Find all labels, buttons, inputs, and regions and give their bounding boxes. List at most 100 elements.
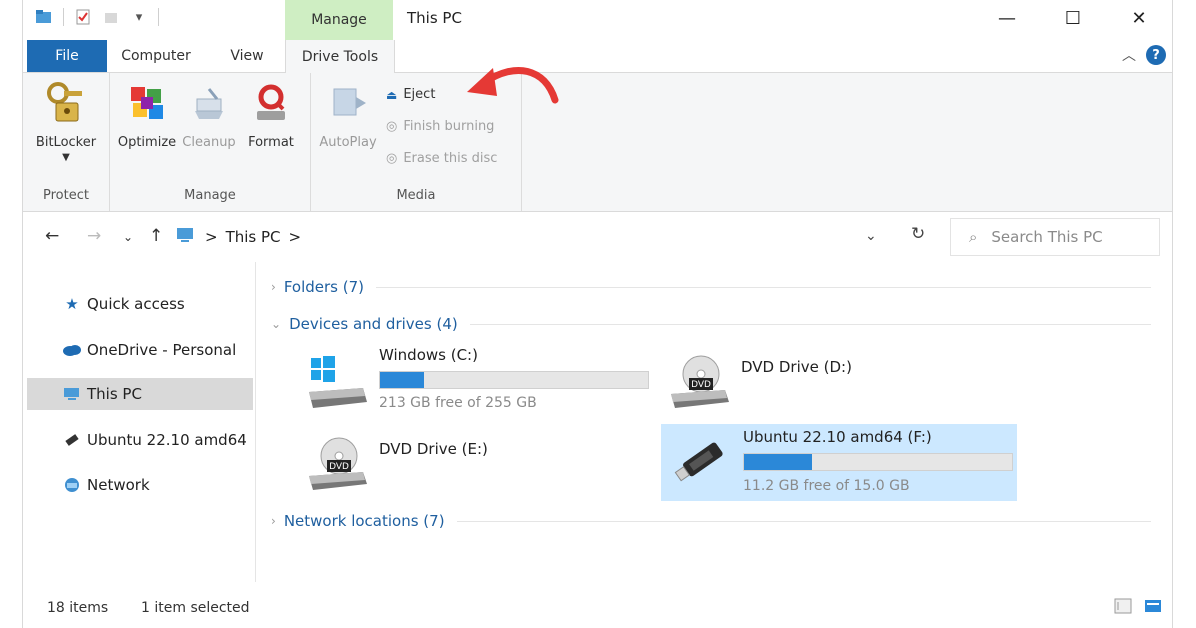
cleanup-label: Cleanup xyxy=(182,135,236,150)
sidebar-item-label: OneDrive - Personal xyxy=(87,341,237,359)
minimize-button[interactable]: — xyxy=(974,0,1040,36)
format-label: Format xyxy=(248,135,294,150)
dropdown-icon[interactable]: ▾ xyxy=(130,8,148,26)
tab-view[interactable]: View xyxy=(219,40,275,72)
sidebar-item-network[interactable]: Network xyxy=(27,469,253,501)
new-folder-icon[interactable] xyxy=(102,8,120,26)
bitlocker-label: BitLocker xyxy=(35,135,97,150)
address-bar[interactable]: > This PC > xyxy=(175,218,883,256)
item-count: 18 items xyxy=(47,600,109,616)
search-placeholder: Search This PC xyxy=(991,228,1103,246)
drive-item-dvd-d[interactable]: DVD DVD Drive (D:) xyxy=(659,346,1019,418)
help-icon[interactable]: ? xyxy=(1146,45,1166,65)
optimize-button[interactable]: Optimize xyxy=(114,79,180,150)
devices-section-header[interactable]: ⌄ Devices and drives (4) xyxy=(271,315,1151,333)
format-button[interactable]: Format xyxy=(238,79,304,150)
collapse-ribbon-icon[interactable]: ︿ xyxy=(1122,45,1136,65)
drive-name: Windows (C:) xyxy=(379,346,478,364)
address-row: ← → ⌄ ↑ > This PC > ⌄ ↻ ⌕ Search This PC xyxy=(23,214,1172,260)
quick-access-toolbar: ▾ xyxy=(35,8,159,26)
properties-icon[interactable] xyxy=(74,8,92,26)
content-area: › Folders (7) ⌄ Devices and drives (4) W… xyxy=(259,262,1164,592)
sidebar-item-this-pc[interactable]: This PC xyxy=(27,378,253,410)
close-button[interactable]: ✕ xyxy=(1106,0,1172,36)
autoplay-button[interactable]: AutoPlay xyxy=(315,79,381,150)
eject-button[interactable]: ⏏ Eject xyxy=(386,87,435,102)
drive-name: DVD Drive (E:) xyxy=(379,440,488,458)
sidebar-item-label: Quick access xyxy=(87,295,185,313)
tab-drive-tools[interactable]: Drive Tools xyxy=(285,40,395,73)
search-input[interactable]: ⌕ Search This PC xyxy=(950,218,1160,256)
details-view-icon[interactable] xyxy=(1114,598,1132,614)
finish-burning-button[interactable]: ◎ Finish burning xyxy=(386,119,494,134)
network-header-label: Network locations (7) xyxy=(283,512,445,530)
address-dropdown-icon[interactable]: ⌄ xyxy=(865,228,877,244)
disc-icon: ◎ xyxy=(386,119,398,134)
annotation-arrow-icon xyxy=(467,66,559,104)
usb-drive-icon xyxy=(669,430,735,490)
recent-locations-dropdown[interactable]: ⌄ xyxy=(123,230,133,244)
sidebar-item-ubuntu-usb[interactable]: Ubuntu 22.10 amd64 xyxy=(27,424,253,456)
cloud-icon xyxy=(61,344,83,356)
finish-burning-label: Finish burning xyxy=(403,119,495,134)
maximize-button[interactable]: ☐ xyxy=(1040,0,1106,36)
svg-text:DVD: DVD xyxy=(691,380,711,390)
drive-usage-bar xyxy=(379,371,649,389)
devices-header-label: Devices and drives (4) xyxy=(289,315,458,333)
star-icon: ★ xyxy=(65,295,79,313)
toolbar-divider xyxy=(63,8,64,26)
protect-group-label: Protect xyxy=(43,188,89,203)
ribbon-group-manage: Optimize Cleanup Format Manage xyxy=(110,73,311,211)
windows-drive-icon xyxy=(305,352,371,412)
computer-icon xyxy=(61,387,83,401)
drive-item-ubuntu-f[interactable]: Ubuntu 22.10 amd64 (F:) 11.2 GB free of … xyxy=(661,424,1017,501)
drive-name: Ubuntu 22.10 amd64 (F:) xyxy=(743,428,932,446)
svg-text:DVD: DVD xyxy=(329,462,349,472)
folders-section-header[interactable]: › Folders (7) xyxy=(271,278,1151,296)
breadcrumb-separator[interactable]: > xyxy=(205,228,218,246)
sidebar-item-quick-access[interactable]: ★ Quick access xyxy=(27,288,253,320)
breadcrumb-separator[interactable]: > xyxy=(289,228,302,246)
dvd-drive-icon: DVD xyxy=(667,352,733,412)
drive-usage-fill xyxy=(380,372,425,388)
back-button[interactable]: ← xyxy=(45,226,59,246)
chevron-right-icon: › xyxy=(271,280,276,294)
optimize-label: Optimize xyxy=(117,135,177,150)
status-bar: 18 items 1 item selected xyxy=(23,592,1172,624)
cleanup-button[interactable]: Cleanup xyxy=(176,79,242,150)
network-section-header[interactable]: › Network locations (7) xyxy=(271,512,1151,530)
sidebar-item-label: Ubuntu 22.10 amd64 xyxy=(87,431,247,449)
drive-usage-bar xyxy=(743,453,1013,471)
folders-header-label: Folders (7) xyxy=(283,278,364,296)
drive-name: DVD Drive (D:) xyxy=(741,358,852,376)
sidebar-item-label: This PC xyxy=(87,385,142,403)
window-title: This PC xyxy=(407,9,462,27)
refresh-icon[interactable]: ↻ xyxy=(911,224,925,244)
erase-disc-button[interactable]: ◎ Erase this disc xyxy=(386,151,497,166)
drive-usage-fill xyxy=(744,454,812,470)
title-bar: ▾ Manage This PC — ☐ ✕ xyxy=(23,0,1172,40)
large-icons-view-icon[interactable] xyxy=(1144,598,1162,614)
file-explorer-window: ▾ Manage This PC — ☐ ✕ File Computer Vie… xyxy=(22,0,1173,628)
tab-computer[interactable]: Computer xyxy=(111,40,201,72)
manage-group-label: Manage xyxy=(184,188,236,203)
manage-context-tab: Manage xyxy=(285,0,393,40)
drive-item-windows-c[interactable]: Windows (C:) 213 GB free of 255 GB xyxy=(297,346,657,418)
forward-button[interactable]: → xyxy=(87,226,101,246)
drive-free-space: 11.2 GB free of 15.0 GB xyxy=(743,478,910,494)
sidebar-item-onedrive[interactable]: OneDrive - Personal xyxy=(27,334,253,366)
folder-icon[interactable] xyxy=(35,8,53,26)
cleanup-icon xyxy=(187,79,231,127)
drive-item-dvd-e[interactable]: DVD DVD Drive (E:) xyxy=(297,428,657,500)
chevron-right-icon: › xyxy=(271,514,276,528)
ribbon-tabs: File Computer View Drive Tools ︿ ? xyxy=(23,40,1172,73)
tab-file[interactable]: File xyxy=(27,40,107,72)
breadcrumb-this-pc[interactable]: This PC xyxy=(226,228,281,246)
section-divider xyxy=(376,286,1151,288)
ribbon: BitLocker ▼ Protect Optimize Cleanup For… xyxy=(23,73,1172,212)
up-button[interactable]: ↑ xyxy=(149,226,163,246)
eject-icon: ⏏ xyxy=(386,87,398,102)
eject-label: Eject xyxy=(403,87,436,102)
bitlocker-button[interactable]: BitLocker ▼ xyxy=(33,79,99,163)
bitlocker-icon xyxy=(44,79,88,127)
